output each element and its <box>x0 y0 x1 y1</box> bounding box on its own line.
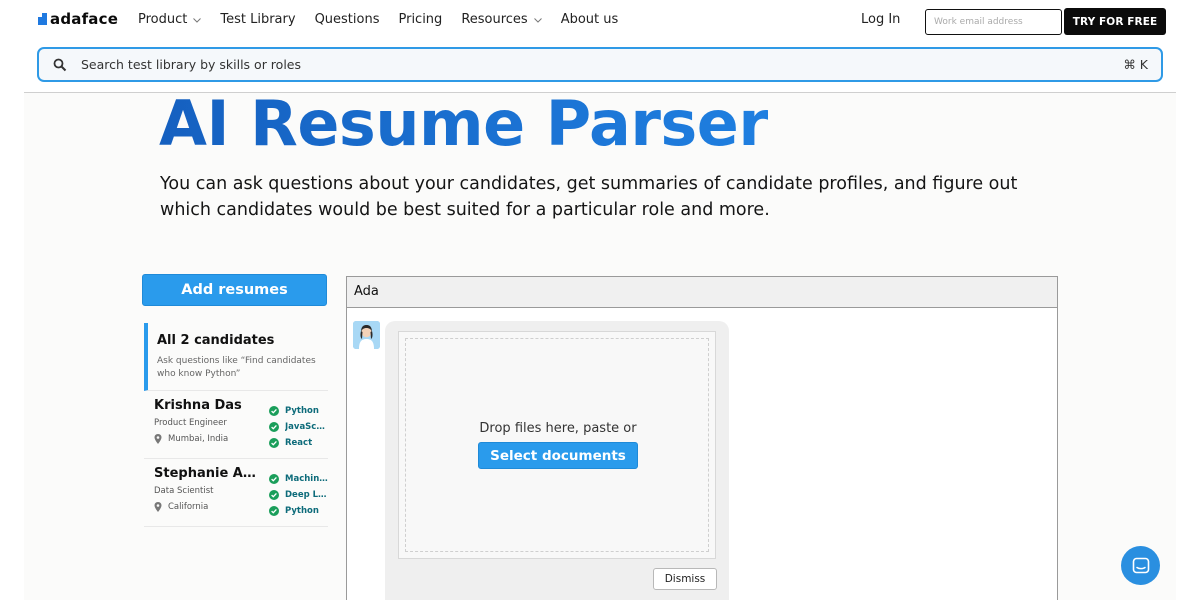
nav-item-about-us[interactable]: About us <box>561 12 619 27</box>
skill-tag: Deep Learning <box>269 487 329 503</box>
skill-label: JavaScript <box>285 422 329 432</box>
candidate-item[interactable]: Krishna Das Product Engineer Mumbai, Ind… <box>144 391 329 459</box>
drop-zone-dashed-area: Drop files here, paste or Select documen… <box>405 338 709 552</box>
search-bar[interactable]: Search test library by skills or roles ⌘… <box>37 47 1163 82</box>
try-for-free-button[interactable]: TRY FOR FREE <box>1064 8 1166 35</box>
skill-label: React <box>285 438 313 448</box>
all-candidates-hint: Ask questions like “Find candidates who … <box>157 356 316 379</box>
chat-header: Ada <box>347 277 1057 308</box>
login-link[interactable]: Log In <box>861 12 900 27</box>
candidate-name: Stephanie Ar... <box>154 466 258 481</box>
skill-label: Python <box>285 506 319 516</box>
location-pin-icon <box>154 502 162 512</box>
search-shortcut-hint: ⌘ K <box>1123 57 1148 72</box>
assistant-avatar <box>353 321 380 349</box>
candidate-location: California <box>154 502 208 512</box>
candidate-name: Krishna Das <box>154 398 242 413</box>
drop-zone-text: Drop files here, paste or <box>479 421 637 436</box>
nav-item-questions[interactable]: Questions <box>315 12 380 27</box>
search-placeholder: Search test library by skills or roles <box>81 57 301 72</box>
skill-tag: Python <box>269 503 329 519</box>
work-email-input[interactable] <box>925 9 1062 35</box>
logo-text: adaface <box>50 10 119 28</box>
all-candidates-item[interactable]: All 2 candidates Ask questions like “Fin… <box>144 323 328 391</box>
nav-item-resources[interactable]: Resources <box>461 12 542 27</box>
chevron-down-icon <box>193 17 202 23</box>
skill-label: Machine Learning <box>285 474 329 484</box>
page-subtitle: You can ask questions about your candida… <box>160 174 1018 220</box>
nav-item-label: Test Library <box>220 12 296 27</box>
nav-item-product[interactable]: Product <box>138 12 202 27</box>
candidate-role: Product Engineer <box>154 418 227 428</box>
check-circle-icon <box>269 474 279 484</box>
candidate-location: Mumbai, India <box>154 434 228 444</box>
nav-item-test-library[interactable]: Test Library <box>220 12 295 27</box>
search-icon <box>53 58 67 72</box>
location-pin-icon <box>154 434 162 444</box>
check-circle-icon <box>269 438 279 448</box>
top-nav: adaface Product Test Library Questions P… <box>0 0 1200 44</box>
check-circle-icon <box>269 506 279 516</box>
logo[interactable]: adaface <box>38 10 118 28</box>
skill-tag: React <box>269 435 329 451</box>
logo-mark-icon <box>38 13 47 25</box>
upload-bubble: Drop files here, paste or Select documen… <box>385 321 729 600</box>
nav-item-label: Questions <box>314 12 380 27</box>
assistant-avatar-icon <box>353 321 380 349</box>
all-candidates-title: All 2 candidates <box>157 333 275 348</box>
chat-launcher-button[interactable] <box>1121 546 1160 585</box>
check-circle-icon <box>269 422 279 432</box>
dismiss-button[interactable]: Dismiss <box>653 568 717 590</box>
skill-label: Python <box>285 406 319 416</box>
add-resumes-button[interactable]: Add resumes <box>142 274 327 306</box>
nav-item-label: About us <box>560 12 619 27</box>
candidate-location-text: Mumbai, India <box>168 434 229 444</box>
file-drop-zone[interactable]: Drop files here, paste or Select documen… <box>398 331 716 559</box>
nav-item-pricing[interactable]: Pricing <box>398 12 442 27</box>
chat-panel: Ada Drop files here, paste or Select doc… <box>346 276 1058 600</box>
skill-tag: JavaScript <box>269 419 329 435</box>
nav-item-label: Pricing <box>398 12 443 27</box>
page-title: AI Resume Parser <box>159 93 769 160</box>
chevron-down-icon <box>533 17 542 23</box>
chat-bubble-icon <box>1132 557 1149 573</box>
main-content: AI Resume Parser You can ask questions a… <box>24 93 1176 600</box>
select-documents-button[interactable]: Select documents <box>478 442 638 469</box>
nav-item-label: Product <box>138 12 188 27</box>
check-circle-icon <box>269 406 279 416</box>
candidate-skills: Python JavaScript React <box>269 403 329 451</box>
nav-item-label: Resources <box>461 12 528 27</box>
candidate-item[interactable]: Stephanie Ar... Data Scientist Californi… <box>144 459 329 527</box>
skill-tag: Machine Learning <box>269 471 329 487</box>
skill-label: Deep Learning <box>285 490 329 500</box>
candidate-location-text: California <box>168 502 209 512</box>
nav-links: Product Test Library Questions Pricing R… <box>138 12 637 27</box>
candidate-role: Data Scientist <box>154 486 214 496</box>
skill-tag: Python <box>269 403 329 419</box>
check-circle-icon <box>269 490 279 500</box>
candidate-list: All 2 candidates Ask questions like “Fin… <box>144 323 329 527</box>
candidate-skills: Machine Learning Deep Learning Python <box>269 471 329 519</box>
